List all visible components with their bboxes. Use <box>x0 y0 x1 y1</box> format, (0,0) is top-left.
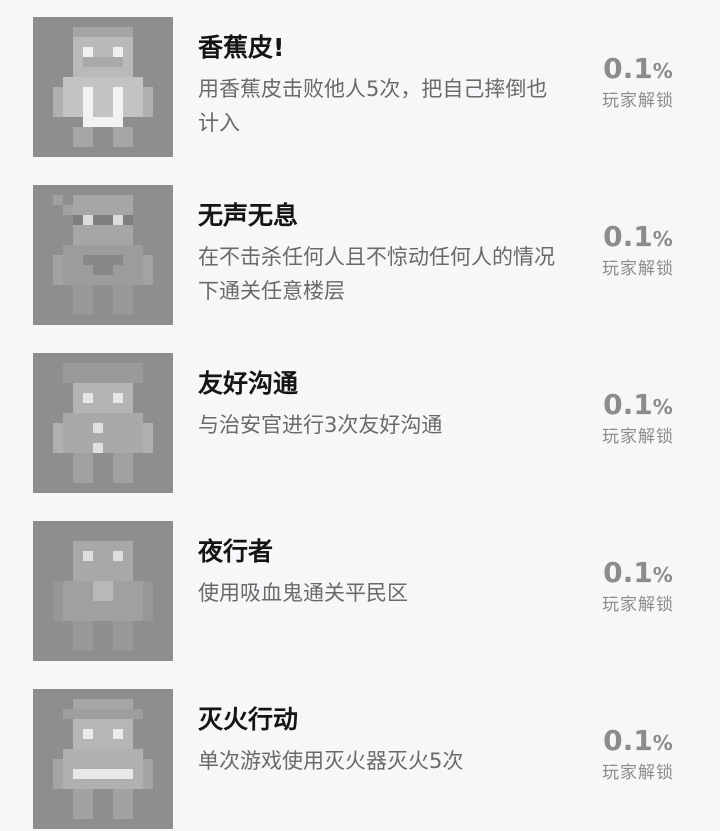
achievement-title: 无声无息 <box>198 201 299 230</box>
unlock-percent-value: 0.1 <box>603 388 653 421</box>
unlock-label: 玩家解锁 <box>602 595 674 615</box>
achievement-title: 夜行者 <box>198 537 274 566</box>
unlock-stat: 0.1% 玩家解锁 <box>588 220 688 280</box>
unlock-percent-unit: % <box>652 59 673 83</box>
achievement-item[interactable]: 灭火行动 单次游戏使用灭火器灭火5次 0.1% 玩家解锁 <box>0 672 720 831</box>
unlock-label: 玩家解锁 <box>602 763 674 783</box>
ninja-character-icon <box>33 185 173 325</box>
achievement-description: 使用吸血鬼通关平民区 <box>198 581 408 605</box>
achievement-item[interactable]: 香蕉皮! 用香蕉皮击败他人5次，把自己摔倒也计入 0.1% 玩家解锁 <box>0 0 720 168</box>
unlock-percent-value: 0.1 <box>603 724 653 757</box>
achievement-title: 香蕉皮! <box>198 33 285 62</box>
unlock-stat: 0.1% 玩家解锁 <box>588 556 688 616</box>
unlock-percent-unit: % <box>652 731 673 755</box>
unlock-label: 玩家解锁 <box>602 91 674 111</box>
achievement-title: 友好沟通 <box>198 369 299 398</box>
unlock-percent-unit: % <box>652 563 673 587</box>
police-officer-character-icon <box>33 353 173 493</box>
unlock-percent: 0.1% <box>588 724 688 762</box>
unlock-percent-unit: % <box>652 227 673 251</box>
unlock-percent: 0.1% <box>588 52 688 90</box>
achievement-item[interactable]: 无声无息 在不击杀任何人且不惊动任何人的情况下通关任意楼层 0.1% 玩家解锁 <box>0 168 720 336</box>
achievement-description: 用香蕉皮击败他人5次，把自己摔倒也计入 <box>198 77 548 135</box>
unlock-label: 玩家解锁 <box>602 259 674 279</box>
achievement-description: 与治安官进行3次友好沟通 <box>198 413 443 437</box>
unlock-percent-value: 0.1 <box>603 556 653 589</box>
achievement-description: 在不击杀任何人且不惊动任何人的情况下通关任意楼层 <box>198 245 555 303</box>
unlock-stat: 0.1% 玩家解锁 <box>588 388 688 448</box>
achievement-list: 香蕉皮! 用香蕉皮击败他人5次，把自己摔倒也计入 0.1% 玩家解锁 无声无息 … <box>0 0 720 831</box>
firefighter-character-icon <box>33 689 173 829</box>
banana-peel-character-icon <box>33 17 173 157</box>
unlock-percent-value: 0.1 <box>603 52 653 85</box>
achievement-item[interactable]: 友好沟通 与治安官进行3次友好沟通 0.1% 玩家解锁 <box>0 336 720 504</box>
unlock-label: 玩家解锁 <box>602 427 674 447</box>
unlock-stat: 0.1% 玩家解锁 <box>588 724 688 784</box>
achievement-title: 灭火行动 <box>198 705 299 734</box>
unlock-percent: 0.1% <box>588 556 688 594</box>
unlock-percent-unit: % <box>652 395 673 419</box>
vampire-character-icon <box>33 521 173 661</box>
achievement-item[interactable]: 夜行者 使用吸血鬼通关平民区 0.1% 玩家解锁 <box>0 504 720 672</box>
unlock-percent: 0.1% <box>588 388 688 426</box>
unlock-stat: 0.1% 玩家解锁 <box>588 52 688 112</box>
achievement-description: 单次游戏使用灭火器灭火5次 <box>198 749 464 773</box>
unlock-percent: 0.1% <box>588 220 688 258</box>
unlock-percent-value: 0.1 <box>603 220 653 253</box>
